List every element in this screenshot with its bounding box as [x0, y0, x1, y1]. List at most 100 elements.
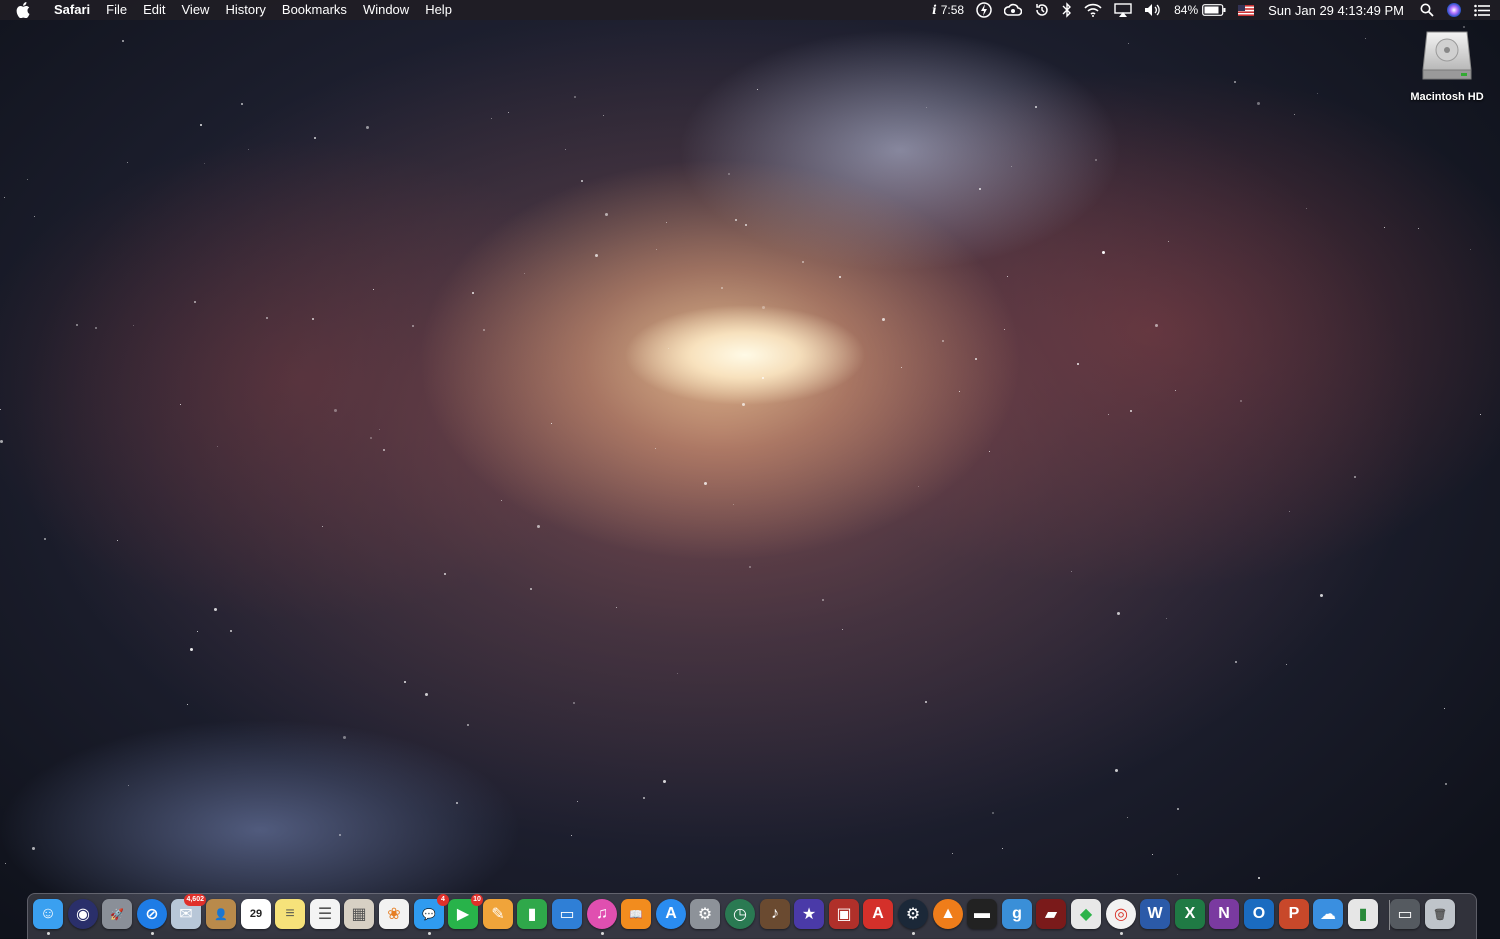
star [728, 173, 730, 175]
dock-the-sims[interactable]: ◆ [1071, 899, 1101, 929]
dock-pages[interactable]: ✎ [483, 899, 513, 929]
dock-time-machine[interactable]: ◷ [725, 899, 755, 929]
dock-chrome[interactable]: ◎ [1106, 899, 1136, 929]
star [733, 504, 734, 505]
menu-view[interactable]: View [174, 0, 218, 20]
menu-bookmarks[interactable]: Bookmarks [274, 0, 355, 20]
dock-contacts[interactable]: 👤 [206, 899, 236, 929]
dock-facetime[interactable]: ▶ 10 [448, 894, 483, 929]
star [551, 423, 552, 424]
time-machine-icon [1034, 2, 1050, 18]
dock-terminal-video[interactable]: ▬ [967, 899, 997, 929]
star [735, 219, 737, 221]
dock-truck-game[interactable]: ▰ [1036, 899, 1066, 929]
dock-preview[interactable]: ▦ [344, 899, 374, 929]
creative-cloud-item[interactable] [998, 0, 1028, 20]
wifi-item[interactable] [1078, 0, 1108, 20]
dock-trash[interactable]: 🗑 [1425, 899, 1455, 929]
star [581, 180, 583, 182]
dock-calendar[interactable]: 29 [241, 899, 271, 929]
battery-item[interactable]: 84% [1168, 0, 1232, 20]
bolt-status-item[interactable] [970, 0, 998, 20]
facetime-badge: 10 [471, 894, 483, 906]
star [200, 124, 202, 126]
star [668, 348, 669, 349]
dock-excel[interactable]: X [1175, 899, 1205, 929]
input-source-item[interactable] [1232, 0, 1260, 20]
dock-instruments[interactable]: ♪ [760, 899, 790, 929]
dock-ibooks[interactable]: 📖 [621, 899, 651, 929]
dock-photos[interactable]: ❀ [379, 899, 409, 929]
running-indicator [912, 932, 915, 935]
dock-onedrive[interactable]: ☁ [1313, 899, 1343, 929]
mail-badge: 4,602 [184, 894, 206, 906]
menu-help[interactable]: Help [417, 0, 460, 20]
star [133, 325, 134, 326]
dock-app-store[interactable]: A [656, 899, 686, 929]
siri-menubar-item[interactable] [1440, 0, 1468, 20]
menu-file[interactable]: File [98, 0, 135, 20]
star [1480, 414, 1481, 415]
star [605, 213, 608, 216]
dock-reminders[interactable]: ☰ [310, 899, 340, 929]
dock-launchpad[interactable]: 🚀 [102, 899, 132, 929]
dock-finder[interactable]: ☺ [33, 899, 63, 929]
bluetooth-item[interactable] [1056, 0, 1078, 20]
star [1306, 208, 1307, 209]
dock-word[interactable]: W [1140, 899, 1170, 929]
menubar-clock[interactable]: Sun Jan 29 4:13:49 PM [1260, 0, 1414, 20]
menu-window[interactable]: Window [355, 0, 417, 20]
desktop-icon-macintosh-hd[interactable]: Macintosh HD [1405, 26, 1489, 103]
dock-steam[interactable]: ⚙ [898, 899, 928, 929]
star [959, 391, 960, 392]
dock-numbers[interactable]: ▮ [517, 899, 547, 929]
dock-itunes[interactable]: ♫ [587, 899, 617, 929]
star [757, 89, 758, 90]
notification-center-item[interactable] [1468, 0, 1500, 20]
star [248, 149, 249, 150]
menu-edit[interactable]: Edit [135, 0, 173, 20]
spotlight-item[interactable] [1414, 0, 1440, 20]
star [1384, 227, 1385, 228]
instruments-icon: ♪ [771, 905, 779, 922]
star [44, 538, 46, 540]
time-machine-item[interactable] [1028, 0, 1056, 20]
star [565, 149, 566, 150]
apple-menu-icon[interactable] [0, 0, 46, 20]
istat-info-item[interactable]: i 7:58 [926, 0, 970, 20]
contacts-icon: 👤 [214, 908, 228, 921]
star [383, 449, 385, 451]
star [1071, 571, 1072, 572]
dock-outlook[interactable]: O [1244, 899, 1274, 929]
dock-powerpoint[interactable]: P [1279, 899, 1309, 929]
dock-keynote[interactable]: ▭ [552, 899, 582, 929]
volume-item[interactable] [1138, 0, 1168, 20]
star [1108, 414, 1109, 415]
dock-grammarly[interactable]: g [1002, 899, 1032, 929]
creative-cloud-icon [1004, 3, 1023, 17]
dock-system-preferences[interactable]: ⚙ [690, 899, 720, 929]
dock-onenote[interactable]: N [1209, 899, 1239, 929]
dock-adobe-acrobat[interactable]: A [863, 899, 893, 929]
dock-vlc[interactable]: ▲ [933, 899, 963, 929]
dock-screen-window[interactable]: ▭ [1390, 899, 1420, 929]
star [27, 179, 28, 180]
dock-messages[interactable]: 💬 4 [414, 894, 449, 929]
dock-notes[interactable]: ≡ [275, 899, 305, 929]
star [241, 103, 243, 105]
dock-safari[interactable]: ⊘ [137, 899, 167, 929]
star [925, 701, 927, 703]
outlook-icon: O [1252, 905, 1266, 922]
airplay-item[interactable] [1108, 0, 1138, 20]
star [1152, 854, 1153, 855]
dock-photo-booth[interactable]: ▣ [829, 899, 859, 929]
dock-siri[interactable]: ◉ [68, 899, 98, 929]
notification-list-icon [1474, 4, 1490, 17]
dock-mail[interactable]: ✉ 4,602 [171, 894, 206, 929]
dock-battery-app[interactable]: ▮ [1348, 899, 1378, 929]
calendar-icon: 29 [249, 908, 263, 920]
dock-imovie[interactable]: ★ [794, 899, 824, 929]
menu-history[interactable]: History [217, 0, 273, 20]
star [721, 287, 723, 289]
app-menu-safari[interactable]: Safari [46, 0, 98, 20]
